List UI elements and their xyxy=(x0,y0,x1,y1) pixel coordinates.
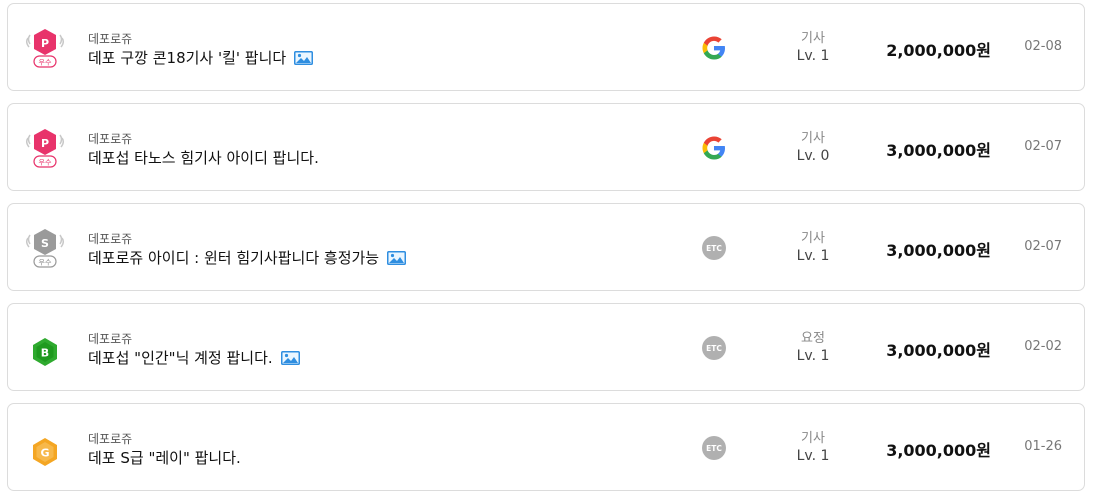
listing-title-text: 데포섭 타노스 힘기사 아이디 팝니다. xyxy=(88,149,319,167)
premium-p-badge-icon: P 우수 xyxy=(25,125,65,171)
game-name: 데포로쥬 xyxy=(88,332,133,346)
listing-title-text: 데포로쥬 아이디 : 윈터 힘기사팝니다 흥정가능 xyxy=(88,249,380,267)
image-attached-icon xyxy=(387,250,407,265)
gold-g-badge-icon: G xyxy=(25,425,65,471)
listing-card[interactable]: P 우수 데포로쥬 데포섭 타노스 힘기사 아이디 팝니다. 기사 Lv. 0 … xyxy=(7,103,1085,191)
etc-icon: ETC xyxy=(701,435,727,461)
svg-text:우수: 우수 xyxy=(39,259,52,267)
job-class: 기사 xyxy=(801,431,825,446)
job-class: 요정 xyxy=(801,331,825,346)
svg-text:B: B xyxy=(41,347,49,360)
game-name: 데포로쥬 xyxy=(88,32,133,46)
game-name: 데포로쥬 xyxy=(88,132,133,146)
svg-text:ETC: ETC xyxy=(706,444,722,453)
game-name: 데포로쥬 xyxy=(88,432,133,446)
date: 02-08 xyxy=(1024,39,1062,54)
svg-text:G: G xyxy=(40,447,49,460)
listing-title[interactable]: 데포섭 "인간"닉 계정 팝니다. xyxy=(88,347,300,368)
svg-text:우수: 우수 xyxy=(39,59,52,67)
bronze-b-badge-icon: B xyxy=(25,325,65,371)
date: 01-26 xyxy=(1024,439,1062,454)
svg-text:S: S xyxy=(41,237,49,250)
price: 3,000,000원 xyxy=(886,341,991,360)
listing-title[interactable]: 데포로쥬 아이디 : 윈터 힘기사팝니다 흥정가능 xyxy=(88,247,407,268)
etc-icon: ETC xyxy=(701,235,727,261)
svg-text:P: P xyxy=(41,37,49,50)
level: Lv. 1 xyxy=(796,48,830,64)
listing-title[interactable]: 데포 구깡 콘18기사 '킬' 팝니다 xyxy=(88,47,314,68)
level: Lv. 1 xyxy=(796,248,830,264)
svg-text:P: P xyxy=(41,137,49,150)
listing-title-text: 데포 S급 "레이" 팝니다. xyxy=(88,449,241,467)
date: 02-02 xyxy=(1024,339,1062,354)
date: 02-07 xyxy=(1024,139,1062,154)
silver-s-badge-icon: S 우수 xyxy=(25,225,65,271)
image-attached-icon xyxy=(294,50,314,65)
price: 3,000,000원 xyxy=(886,241,991,260)
listing-card[interactable]: B 데포로쥬 데포섭 "인간"닉 계정 팝니다. ETC 요정 Lv. 1 3,… xyxy=(7,303,1085,391)
svg-text:우수: 우수 xyxy=(39,159,52,167)
price: 3,000,000원 xyxy=(886,441,991,460)
game-name: 데포로쥬 xyxy=(88,232,133,246)
listing-card[interactable]: P 우수 데포로쥬 데포 구깡 콘18기사 '킬' 팝니다 기사 Lv. 1 2… xyxy=(7,3,1085,91)
price: 2,000,000원 xyxy=(886,41,991,60)
premium-p-badge-icon: P 우수 xyxy=(25,25,65,71)
listing-card[interactable]: S 우수 데포로쥬 데포로쥬 아이디 : 윈터 힘기사팝니다 흥정가능 ETC … xyxy=(7,203,1085,291)
svg-text:ETC: ETC xyxy=(706,244,722,253)
image-attached-icon xyxy=(280,350,300,365)
listing-title[interactable]: 데포섭 타노스 힘기사 아이디 팝니다. xyxy=(88,147,319,168)
svg-text:ETC: ETC xyxy=(706,344,722,353)
google-icon xyxy=(701,135,727,161)
google-icon xyxy=(701,35,727,61)
job-class: 기사 xyxy=(801,131,825,146)
job-class: 기사 xyxy=(801,31,825,46)
level: Lv. 1 xyxy=(796,348,830,364)
listing-list: P 우수 데포로쥬 데포 구깡 콘18기사 '킬' 팝니다 기사 Lv. 1 2… xyxy=(0,0,1094,500)
listing-title-text: 데포 구깡 콘18기사 '킬' 팝니다 xyxy=(88,49,287,67)
price: 3,000,000원 xyxy=(886,141,991,160)
job-class: 기사 xyxy=(801,231,825,246)
listing-title[interactable]: 데포 S급 "레이" 팝니다. xyxy=(88,447,241,468)
level: Lv. 0 xyxy=(796,148,830,164)
listing-card[interactable]: G 데포로쥬 데포 S급 "레이" 팝니다. ETC 기사 Lv. 1 3,00… xyxy=(7,403,1085,491)
date: 02-07 xyxy=(1024,239,1062,254)
etc-icon: ETC xyxy=(701,335,727,361)
listing-title-text: 데포섭 "인간"닉 계정 팝니다. xyxy=(88,349,273,367)
level: Lv. 1 xyxy=(796,448,830,464)
